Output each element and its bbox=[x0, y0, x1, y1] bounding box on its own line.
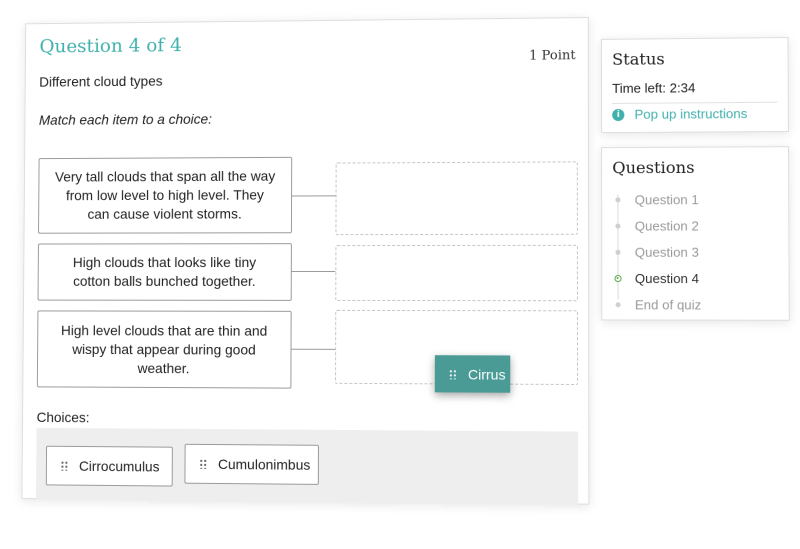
nav-question-3[interactable]: Question 3 bbox=[612, 238, 778, 264]
dragging-choice-label: Cirrus bbox=[468, 366, 506, 382]
choice-cumulonimbus[interactable]: Cumulonimbus bbox=[184, 444, 319, 485]
dot-icon bbox=[615, 249, 620, 254]
choices-pool[interactable]: Cirrocumulus Cumulonimbus bbox=[36, 428, 578, 505]
question-card: Question 4 of 4 1 Point Different cloud … bbox=[21, 17, 589, 505]
nav-question-1[interactable]: Question 1 bbox=[612, 186, 778, 213]
drop-zone-2[interactable] bbox=[335, 245, 578, 301]
quiz-page: Question 4 of 4 1 Point Different cloud … bbox=[0, 0, 800, 549]
nav-question-label: Question 2 bbox=[635, 218, 699, 233]
popup-instructions-link[interactable]: i Pop up instructions bbox=[612, 106, 747, 122]
nav-question-label: End of quiz bbox=[635, 297, 701, 312]
nav-question-4[interactable]: Question 4 bbox=[612, 265, 778, 291]
time-left: Time left: 2:34 bbox=[612, 80, 695, 96]
choice-label: Cumulonimbus bbox=[218, 456, 310, 473]
popup-instructions-label: Pop up instructions bbox=[634, 106, 747, 122]
match-stem-1: Very tall clouds that span all the way f… bbox=[38, 157, 292, 234]
question-points: 1 Point bbox=[529, 48, 576, 63]
status-panel: Status Time left: 2:34 i Pop up instruct… bbox=[601, 37, 789, 133]
grip-icon bbox=[60, 461, 67, 471]
nav-question-label: Question 3 bbox=[635, 244, 699, 259]
question-text: Different cloud types bbox=[39, 73, 162, 90]
questions-list: Question 1 Question 2 Question 3 Questio… bbox=[612, 186, 778, 318]
connector-line-2 bbox=[292, 271, 336, 272]
choices-label: Choices: bbox=[37, 409, 90, 425]
dot-icon bbox=[615, 197, 620, 202]
questions-title: Questions bbox=[612, 158, 694, 178]
choice-cirrocumulus[interactable]: Cirrocumulus bbox=[46, 446, 173, 487]
match-stem-2: High clouds that looks like tiny cotton … bbox=[38, 243, 292, 301]
divider bbox=[612, 102, 777, 104]
nav-question-label: Question 1 bbox=[635, 192, 699, 207]
dot-icon bbox=[616, 302, 621, 307]
question-instruction: Match each item to a choice: bbox=[39, 111, 212, 128]
dragging-choice-cirrus[interactable]: Cirrus bbox=[435, 355, 510, 393]
quiz-layout: Question 4 of 4 1 Point Different cloud … bbox=[6, 0, 800, 549]
info-icon: i bbox=[612, 108, 624, 120]
current-marker-icon bbox=[614, 275, 621, 282]
questions-panel: Questions Question 1 Question 2 Question… bbox=[601, 146, 790, 321]
nav-end-of-quiz[interactable]: End of quiz bbox=[612, 291, 778, 318]
connector-line-1 bbox=[292, 195, 336, 196]
question-title: Question 4 of 4 bbox=[39, 34, 182, 57]
grip-icon bbox=[449, 369, 456, 379]
drop-zone-1[interactable] bbox=[335, 161, 577, 235]
status-title: Status bbox=[612, 49, 665, 69]
grip-icon bbox=[199, 459, 206, 469]
dot-icon bbox=[615, 223, 620, 228]
choice-label: Cirrocumulus bbox=[79, 458, 160, 475]
connector-line-3 bbox=[292, 349, 336, 350]
nav-question-2[interactable]: Question 2 bbox=[612, 212, 778, 239]
match-stem-3: High level clouds that are thin and wisp… bbox=[37, 310, 292, 388]
nav-question-label: Question 4 bbox=[635, 270, 699, 285]
